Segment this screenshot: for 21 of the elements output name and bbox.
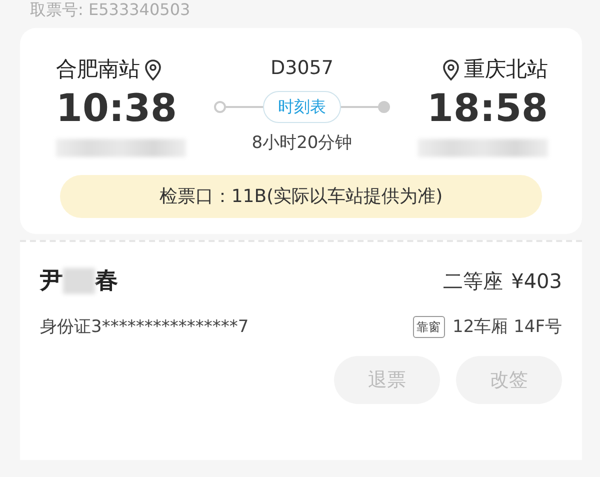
route-line-icon xyxy=(341,100,391,114)
redacted-name xyxy=(63,268,95,294)
train-number: D3057 xyxy=(270,56,334,81)
passenger-name: 春 xyxy=(95,267,118,296)
trip-duration: 8小时20分钟 xyxy=(252,132,352,154)
location-pin-icon xyxy=(144,58,162,81)
seat-tag: 靠窗 xyxy=(412,316,445,338)
id-number: 身份证3****************7 xyxy=(40,316,249,339)
seat-class: 二等座 xyxy=(443,268,504,296)
ticket-price: ¥403 xyxy=(511,268,562,296)
check-in-gate-notice: 检票口：11B(实际以车站提供为准) xyxy=(60,175,542,218)
route-line-icon xyxy=(213,100,263,114)
departure-time: 10:38 xyxy=(56,86,178,132)
station-name: 重庆北站 xyxy=(464,56,548,83)
arrival-time: 18:58 xyxy=(427,86,548,132)
seat-number: 12车厢 14F号 xyxy=(452,316,562,339)
passenger-name: 尹 xyxy=(40,267,63,296)
timetable-button[interactable]: 时刻表 xyxy=(263,90,341,122)
ticket-number: 取票号: E533340503 xyxy=(30,0,192,20)
location-pin-icon xyxy=(442,58,460,81)
station-name: 合肥南站 xyxy=(56,56,140,83)
